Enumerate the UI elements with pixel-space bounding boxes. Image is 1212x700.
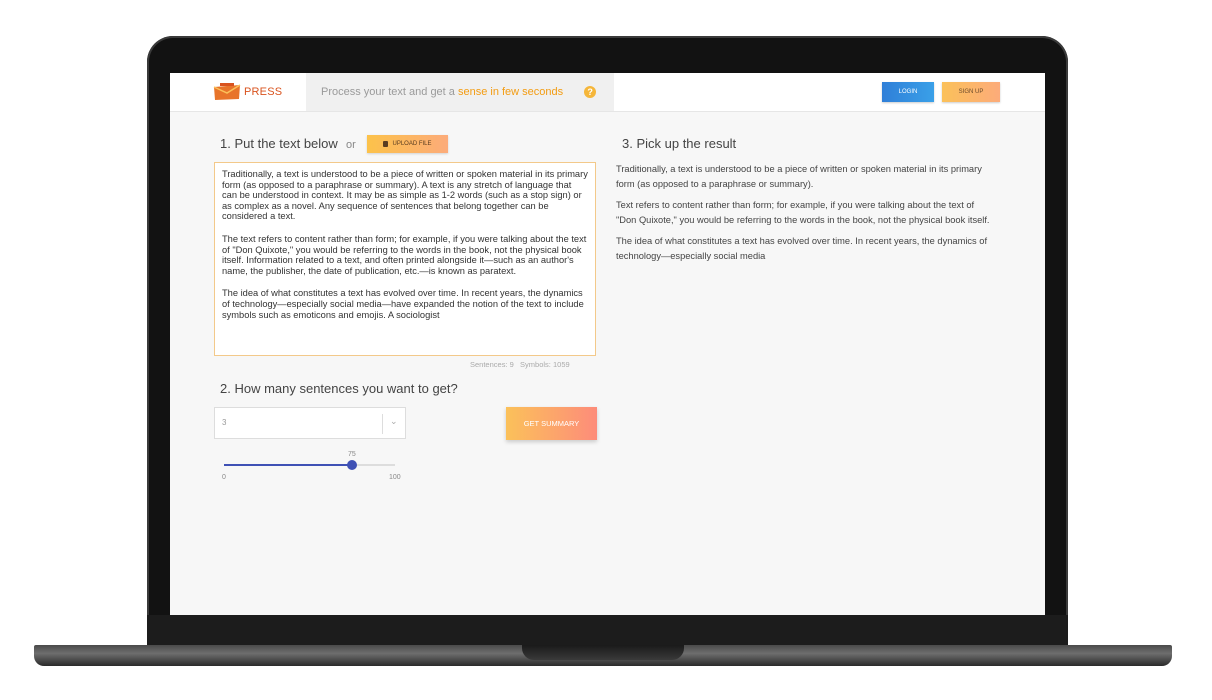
step3-title: 3. Pick up the result [622,136,737,151]
slider-handle[interactable] [347,460,358,470]
or-label: or [346,139,356,151]
laptop-notch [522,645,684,660]
symbols-count: Symbols: 1059 [520,360,570,369]
get-summary-button[interactable]: GET SUMMARY [506,407,597,440]
file-icon [383,141,389,147]
tagline-accent: sense in few seconds [457,86,564,98]
logo[interactable]: PRESS [212,82,282,102]
upload-file-label: UPLOAD FILE [392,141,432,147]
logo-text: PRESS [244,86,283,98]
sentence-count-select[interactable]: 3 ⌄ [214,407,406,439]
envelope-logo-icon [212,83,242,101]
app-screen: PRESS Process your text and get a sense … [170,73,1045,615]
upload-file-button[interactable]: UPLOAD FILE [367,135,448,153]
result-paragraph: The idea of what constitutes a text has … [616,235,988,262]
input-paragraph: Traditionally, a text is understood to b… [222,169,588,222]
chevron-down-icon[interactable]: ⌄ [390,416,398,427]
step1-title: 1. Put the text below [220,136,338,151]
text-counter: Sentences: 9 Symbols: 1059 [470,360,570,369]
sentences-count: Sentences: 9 [470,360,514,369]
step2-title: 2. How many sentences you want to get? [220,381,458,396]
sentence-slider[interactable] [224,460,395,470]
tagline-plain: Process your text and get a [321,86,458,98]
result-paragraph: Traditionally, a text is understood to b… [616,164,982,190]
laptop-bezel [147,615,1068,645]
result-panel: Traditionally, a text is understood to b… [616,162,996,269]
login-button[interactable]: LOGIN [882,82,934,102]
select-divider [382,414,383,434]
slider-value-label: 75 [348,451,356,458]
slider-max-label: 100 [389,474,401,481]
help-icon[interactable]: ? [584,86,597,98]
header: PRESS Process your text and get a sense … [170,73,1045,112]
slider-fill [224,464,353,466]
signup-button[interactable]: SIGN UP [942,82,1000,102]
input-paragraph: The text refers to content rather than f… [222,233,587,276]
input-paragraph: The idea of what constitutes a text has … [222,288,584,320]
slider-min-label: 0 [222,474,226,481]
text-input-area[interactable]: Traditionally, a text is understood to b… [214,162,596,356]
select-value: 3 [222,418,227,427]
tagline-banner: Process your text and get a sense in few… [306,73,614,111]
tagline: Process your text and get a sense in few… [321,86,563,98]
result-paragraph: Text refers to content rather than form;… [616,199,990,226]
